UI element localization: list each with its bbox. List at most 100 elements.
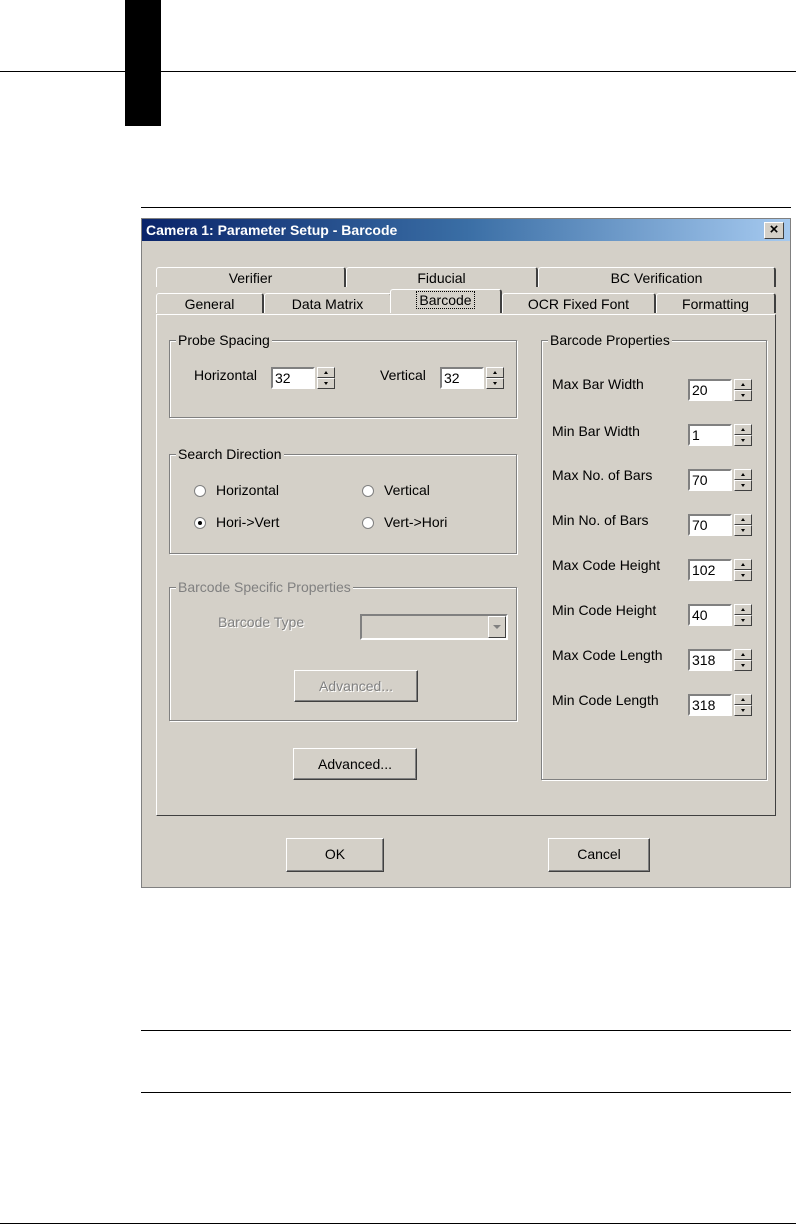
- dialog-title: Camera 1: Parameter Setup - Barcode: [146, 222, 398, 238]
- dialog-title-bar: Camera 1: Parameter Setup - Barcode ×: [142, 219, 790, 241]
- radio-vertical-label[interactable]: Vertical: [384, 482, 430, 498]
- radio-hori-vert-label[interactable]: Hori->Vert: [216, 514, 279, 530]
- note-bottom-rule: [141, 1092, 791, 1093]
- spin-down-icon[interactable]: [734, 570, 752, 581]
- probe-vertical-spinner[interactable]: [486, 367, 504, 389]
- spin-up-icon[interactable]: [734, 424, 752, 435]
- min-code-height-label: Min Code Height: [552, 602, 657, 618]
- tab-fiducial-label: Fiducial: [417, 270, 466, 286]
- min-bar-width-spinner[interactable]: [734, 424, 752, 446]
- close-icon[interactable]: ×: [764, 222, 784, 239]
- tab-formatting[interactable]: Formatting: [656, 293, 776, 313]
- min-code-length-spinner[interactable]: [734, 694, 752, 716]
- tab-verifier[interactable]: Verifier: [156, 267, 346, 287]
- probe-spacing-group: Probe Spacing Horizontal 32 Vertical 32: [169, 332, 517, 418]
- spin-up-icon[interactable]: [734, 469, 752, 480]
- barcode-specific-group: Barcode Specific Properties Barcode Type…: [169, 579, 517, 721]
- probe-vertical-label: Vertical: [380, 367, 426, 383]
- radio-vert-hori-label[interactable]: Vert->Hori: [384, 514, 447, 530]
- tab-ocr-fixed-font[interactable]: OCR Fixed Font: [502, 293, 656, 313]
- max-no-of-bars-input[interactable]: 70: [688, 469, 732, 491]
- min-no-of-bars-input[interactable]: 70: [688, 514, 732, 536]
- advanced-button[interactable]: Advanced...: [293, 748, 417, 780]
- max-code-length-label: Max Code Length: [552, 647, 663, 663]
- min-code-length-label: Min Code Length: [552, 692, 659, 708]
- barcode-properties-group: Barcode Properties Max Bar Width 20 Min …: [541, 332, 767, 780]
- barcode-type-select[interactable]: [360, 614, 508, 640]
- radio-vert-hori[interactable]: [362, 517, 374, 529]
- max-no-of-bars-label: Max No. of Bars: [552, 467, 653, 483]
- tab-barcode-label: Barcode: [416, 291, 475, 309]
- max-no-of-bars-spinner[interactable]: [734, 469, 752, 491]
- min-code-height-input[interactable]: 40: [688, 604, 732, 626]
- tab-verifier-label: Verifier: [228, 270, 273, 286]
- spin-down-icon[interactable]: [317, 378, 335, 389]
- tab-fiducial[interactable]: Fiducial: [346, 267, 538, 287]
- spin-down-icon[interactable]: [734, 435, 752, 446]
- tab-bc-verification[interactable]: BC Verification: [538, 267, 776, 287]
- spin-up-icon[interactable]: [317, 367, 335, 378]
- tab-general[interactable]: General: [156, 293, 264, 313]
- max-code-height-label: Max Code Height: [552, 557, 661, 573]
- spin-up-icon[interactable]: [486, 367, 504, 378]
- barcode-specific-advanced-button[interactable]: Advanced...: [294, 670, 418, 702]
- chevron-down-icon[interactable]: [488, 616, 506, 638]
- spin-down-icon[interactable]: [734, 615, 752, 626]
- spin-down-icon[interactable]: [734, 705, 752, 716]
- tab-barcode[interactable]: Barcode: [390, 289, 502, 313]
- figure-top-rule: [141, 207, 791, 208]
- max-bar-width-label: Max Bar Width: [552, 376, 644, 392]
- chapter-marker: [125, 0, 161, 126]
- search-direction-title: Search Direction: [176, 446, 284, 462]
- spin-down-icon[interactable]: [734, 480, 752, 491]
- spin-up-icon[interactable]: [734, 514, 752, 525]
- radio-vertical[interactable]: [362, 485, 374, 497]
- tab-bc-verification-label: BC Verification: [610, 270, 703, 286]
- tab-general-label: General: [184, 296, 235, 312]
- tab-data-matrix[interactable]: Data Matrix: [264, 293, 392, 313]
- parameter-setup-dialog: Camera 1: Parameter Setup - Barcode × Ve…: [141, 218, 791, 888]
- min-code-height-spinner[interactable]: [734, 604, 752, 626]
- spin-up-icon[interactable]: [734, 379, 752, 390]
- min-bar-width-label: Min Bar Width: [552, 423, 640, 439]
- max-code-height-input[interactable]: 102: [688, 559, 732, 581]
- spin-up-icon[interactable]: [734, 559, 752, 570]
- radio-hori-vert[interactable]: [194, 517, 206, 529]
- cancel-button[interactable]: Cancel: [548, 838, 650, 872]
- probe-vertical-input[interactable]: 32: [440, 367, 484, 389]
- max-code-height-spinner[interactable]: [734, 559, 752, 581]
- min-no-of-bars-label: Min No. of Bars: [552, 512, 649, 528]
- max-code-length-input[interactable]: 318: [688, 649, 732, 671]
- spin-down-icon[interactable]: [734, 390, 752, 401]
- spin-up-icon[interactable]: [734, 604, 752, 615]
- radio-horizontal[interactable]: [194, 485, 206, 497]
- note-top-rule: [141, 1030, 791, 1031]
- max-bar-width-spinner[interactable]: [734, 379, 752, 401]
- tab-formatting-label: Formatting: [682, 296, 749, 312]
- barcode-type-label: Barcode Type: [218, 614, 305, 630]
- min-code-length-input[interactable]: 318: [688, 694, 732, 716]
- min-bar-width-input[interactable]: 1: [688, 424, 732, 446]
- barcode-specific-title: Barcode Specific Properties: [176, 579, 353, 595]
- min-no-of-bars-spinner[interactable]: [734, 514, 752, 536]
- max-bar-width-input[interactable]: 20: [688, 379, 732, 401]
- probe-spacing-title: Probe Spacing: [176, 332, 272, 348]
- tab-panel: Probe Spacing Horizontal 32 Vertical 32 …: [156, 314, 776, 816]
- header-rule: [0, 71, 796, 72]
- ok-button[interactable]: OK: [286, 838, 384, 872]
- spin-down-icon[interactable]: [734, 525, 752, 536]
- max-code-length-spinner[interactable]: [734, 649, 752, 671]
- search-direction-group: Search Direction Horizontal Vertical Hor…: [169, 446, 517, 554]
- radio-horizontal-label[interactable]: Horizontal: [216, 482, 279, 498]
- probe-horizontal-input[interactable]: 32: [271, 367, 315, 389]
- spin-down-icon[interactable]: [734, 660, 752, 671]
- footer-rule: [0, 1223, 796, 1224]
- spin-up-icon[interactable]: [734, 649, 752, 660]
- probe-horizontal-spinner[interactable]: [317, 367, 335, 389]
- tab-ocr-fixed-font-label: OCR Fixed Font: [527, 296, 630, 312]
- barcode-properties-title: Barcode Properties: [548, 332, 672, 348]
- tab-data-matrix-label: Data Matrix: [291, 296, 364, 312]
- spin-up-icon[interactable]: [734, 694, 752, 705]
- probe-horizontal-label: Horizontal: [194, 367, 258, 383]
- spin-down-icon[interactable]: [486, 378, 504, 389]
